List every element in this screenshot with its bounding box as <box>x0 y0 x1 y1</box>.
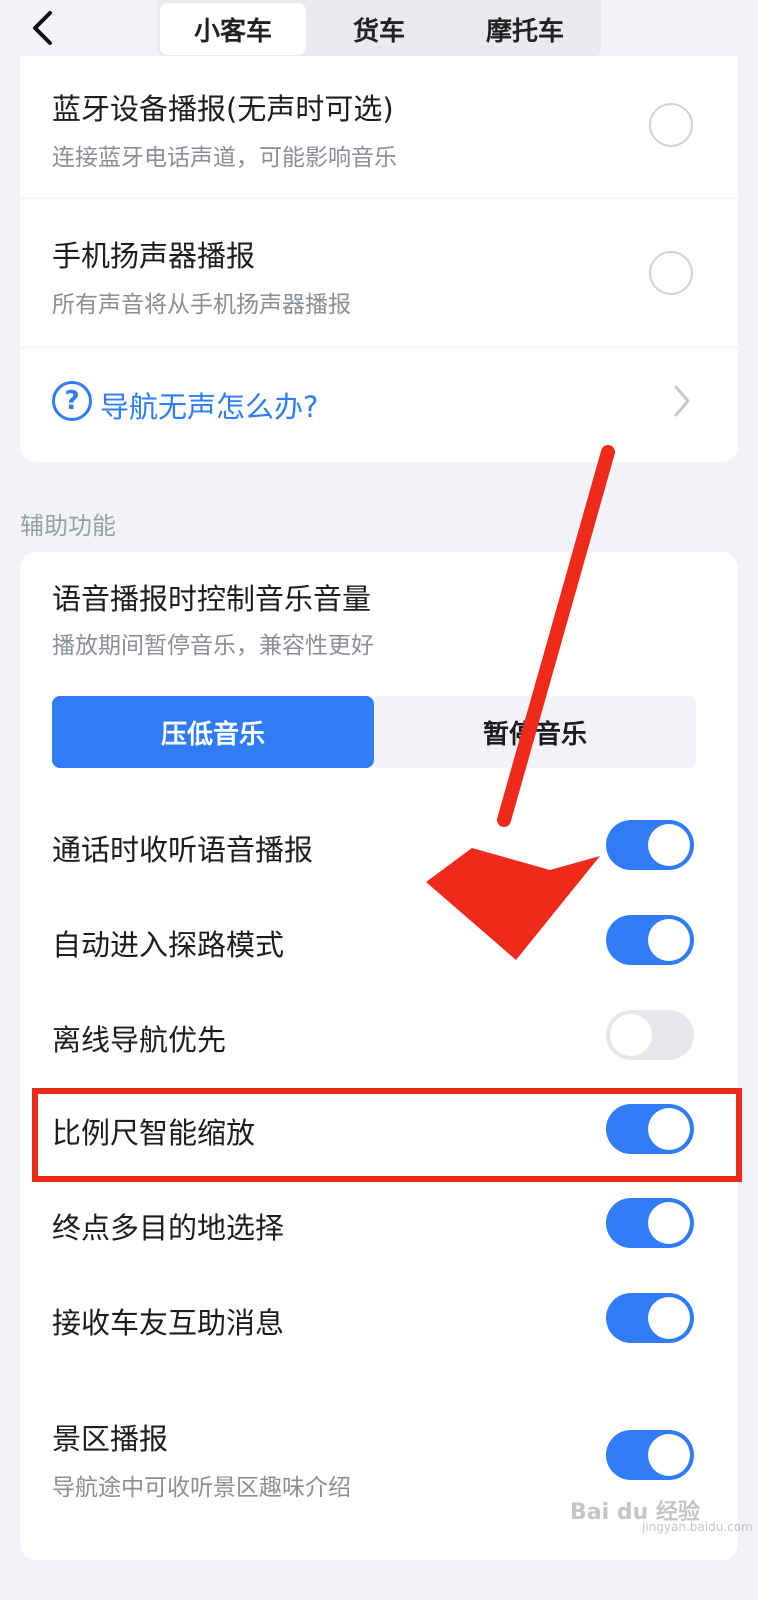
tab-car[interactable]: 小客车 <box>160 3 306 55</box>
tab-motorcycle[interactable]: 摩托车 <box>452 3 598 55</box>
bluetooth-broadcast-subtitle: 连接蓝牙电话声道，可能影响音乐 <box>52 145 397 171</box>
driver-help-toggle[interactable] <box>606 1293 694 1343</box>
toggle-label: 离线导航优先 <box>52 1023 227 1057</box>
bluetooth-broadcast-row[interactable]: 蓝牙设备播报(无声时可选) 连接蓝牙电话声道，可能影响音乐 <box>20 56 738 198</box>
back-button[interactable] <box>22 6 62 50</box>
bluetooth-broadcast-title: 蓝牙设备播报(无声时可选) <box>52 92 394 126</box>
speaker-broadcast-subtitle: 所有声音将从手机扬声器播报 <box>52 292 351 318</box>
toggle-row: 终点多目的地选择 <box>20 1176 738 1266</box>
watermark-url: jingyan.baidu.com <box>642 1520 753 1534</box>
toggle-knob <box>610 1014 652 1056</box>
toggle-knob <box>648 1434 690 1476</box>
bluetooth-radio[interactable] <box>649 103 693 147</box>
toggle-knob <box>648 1202 690 1244</box>
toggle-knob <box>648 824 690 866</box>
toggle-label: 接收车友互助消息 <box>52 1306 285 1340</box>
toggle-knob <box>648 919 690 961</box>
lower-music-option[interactable]: 压低音乐 <box>52 696 374 768</box>
toggle-row: 接收车友互助消息 <box>20 1270 738 1360</box>
chevron-right-icon <box>674 385 690 417</box>
music-control-subtitle: 播放期间暂停音乐，兼容性更好 <box>52 633 374 659</box>
speaker-broadcast-title: 手机扬声器播报 <box>52 239 256 273</box>
scenic-broadcast-title: 景区播报 <box>52 1422 169 1456</box>
toggle-knob <box>648 1297 690 1339</box>
toggle-label: 终点多目的地选择 <box>52 1211 285 1245</box>
annotation-highlight-box <box>32 1088 742 1182</box>
chevron-left-icon <box>33 11 52 45</box>
scenic-broadcast-toggle[interactable] <box>606 1430 694 1480</box>
voice-output-card: 蓝牙设备播报(无声时可选) 连接蓝牙电话声道，可能影响音乐 手机扬声器播报 所有… <box>20 56 738 462</box>
scenic-broadcast-subtitle: 导航途中可收听景区趣味介绍 <box>52 1475 351 1501</box>
offline-nav-toggle[interactable] <box>606 1010 694 1060</box>
annotation-arrow-icon <box>426 445 615 960</box>
section-label-assist: 辅助功能 <box>20 512 116 540</box>
vehicle-type-tabs: 小客车 货车 摩托车 <box>157 0 601 58</box>
question-icon: ? <box>52 381 92 421</box>
multi-destination-toggle[interactable] <box>606 1198 694 1248</box>
music-control-title: 语音播报时控制音乐音量 <box>52 582 372 616</box>
tab-truck[interactable]: 货车 <box>306 3 452 55</box>
toggle-row: 离线导航优先 <box>20 988 738 1078</box>
toggle-label: 自动进入探路模式 <box>52 928 285 962</box>
toggle-label: 通话时收听语音播报 <box>52 833 314 867</box>
help-link-text[interactable]: 导航无声怎么办? <box>100 384 318 426</box>
speaker-radio[interactable] <box>649 251 693 295</box>
speaker-broadcast-row[interactable]: 手机扬声器播报 所有声音将从手机扬声器播报 <box>20 199 738 347</box>
